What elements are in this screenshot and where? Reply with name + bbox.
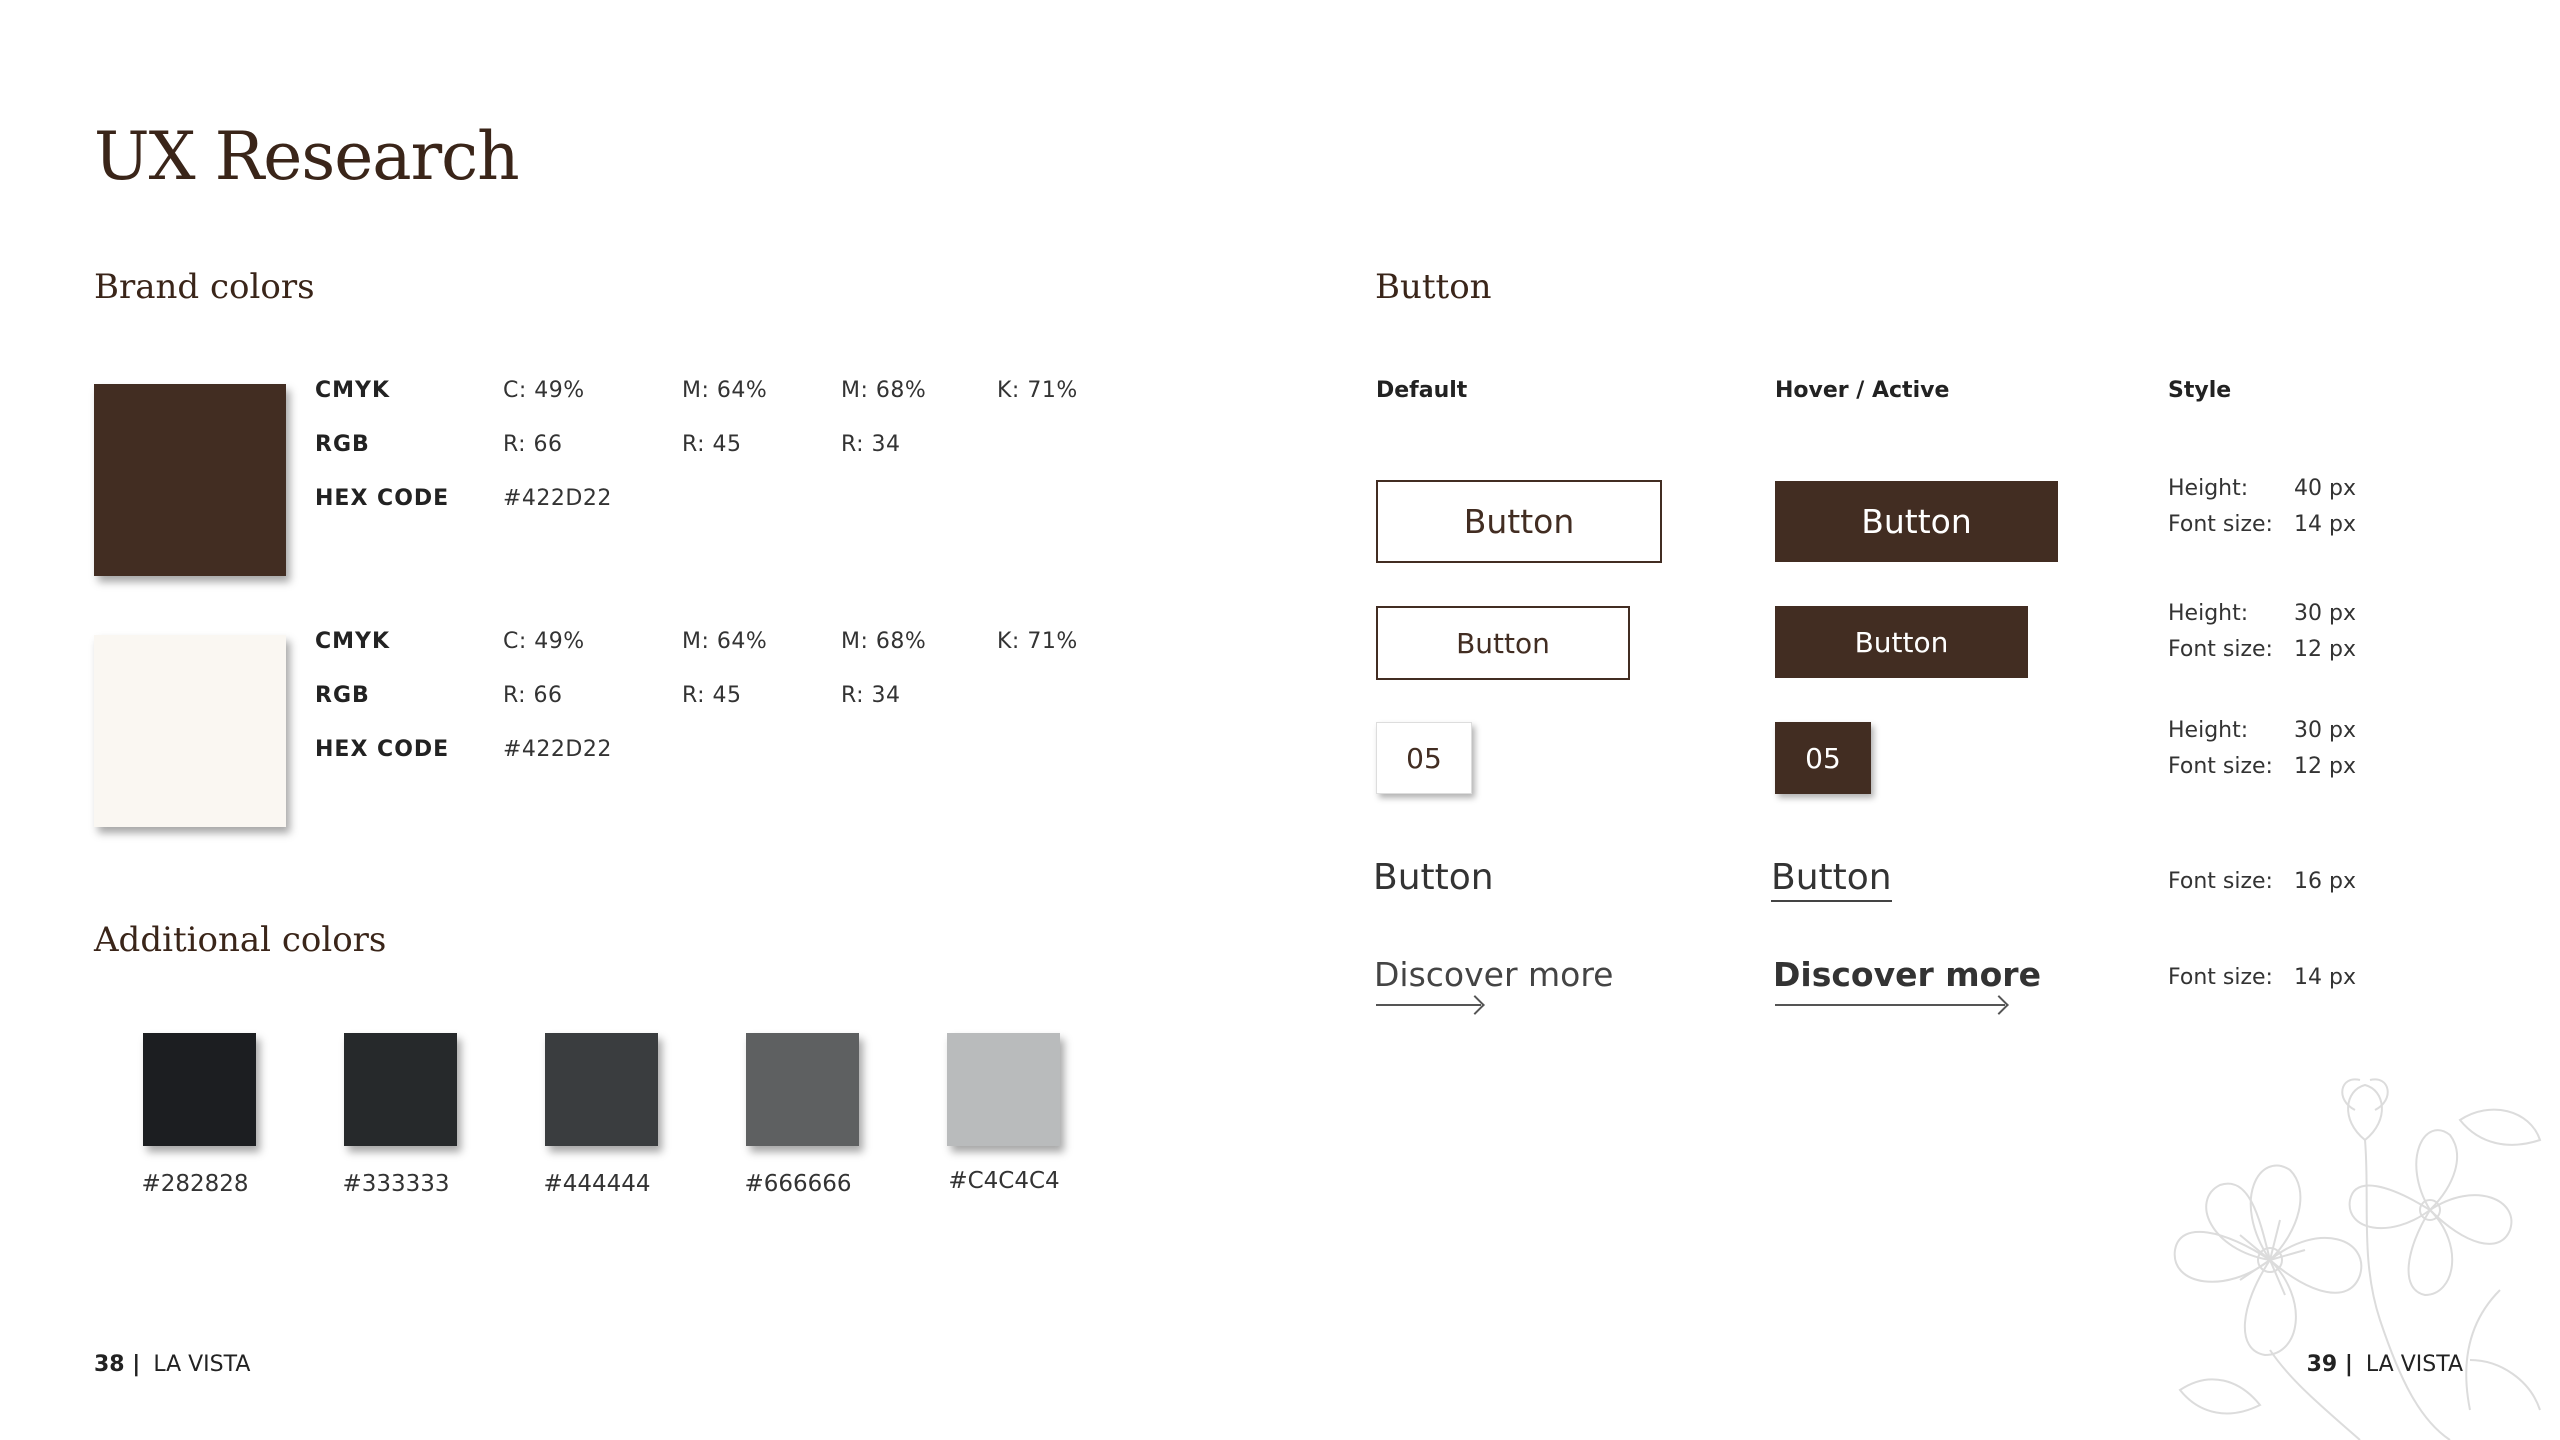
style-height-val: 40 px [2294,476,2356,501]
page-number-hover[interactable]: 05 [1775,722,1871,794]
style-font-val: 14 px [2294,965,2356,990]
additional-hex-2: #333333 [342,1171,450,1197]
style-font-key: Font size: [2168,637,2273,662]
footer-right: 39 | LA VISTA [2307,1352,2463,1377]
hover-column-header: Hover / Active [1775,378,1950,403]
additional-swatch-4 [746,1033,859,1146]
style-font-key: Font size: [2168,965,2273,990]
floral-decoration-icon [2173,1078,2542,1440]
cmyk-k: K: 71% [997,378,1078,403]
page-title: UX Research [94,118,520,195]
rgb-b: R: 34 [841,432,901,457]
cmyk-y: M: 68% [841,629,927,654]
additional-swatch-2 [344,1033,457,1146]
rgb-g: R: 45 [682,432,742,457]
additional-swatch-1 [143,1033,256,1146]
arrow-right-icon [1775,1004,2005,1006]
button-large-default[interactable]: Button [1376,480,1662,563]
rgb-b: R: 34 [841,683,901,708]
style-column-header: Style [2168,378,2232,403]
hex-value: #422D22 [503,486,612,511]
brand-name-left: LA VISTA [153,1352,251,1377]
footer-left: 38 | LA VISTA [94,1352,250,1377]
style-height-key: Height: [2168,718,2249,743]
style-height-key: Height: [2168,476,2249,501]
style-height-key: Height: [2168,601,2249,626]
additional-hex-4: #666666 [744,1171,852,1197]
additional-hex-1: #282828 [141,1171,249,1197]
cmyk-c: C: 49% [503,629,585,654]
default-column-header: Default [1376,378,1468,403]
brand-swatch-dark [94,384,286,576]
brand-name-right: LA VISTA [2365,1352,2463,1377]
cmyk-y: M: 68% [841,378,927,403]
discover-more-link-hover[interactable]: Discover more [1773,955,2041,994]
rgb-g: R: 45 [682,683,742,708]
style-font-val: 12 px [2294,637,2356,662]
additional-hex-5: #C4C4C4 [948,1168,1060,1194]
cmyk-c: C: 49% [503,378,585,403]
style-font-key: Font size: [2168,512,2273,537]
style-font-val: 12 px [2294,754,2356,779]
discover-more-link-default[interactable]: Discover more [1374,955,1613,994]
style-font-key: Font size: [2168,754,2273,779]
arrow-right-icon [1376,1004,1481,1006]
style-font-key: Font size: [2168,869,2273,894]
hex-label: HEX CODE [315,737,450,762]
brand-swatch-light [94,635,286,827]
rgb-label: RGB [315,432,370,457]
cmyk-label: CMYK [315,629,391,654]
hex-label: HEX CODE [315,486,450,511]
rgb-r: R: 66 [503,432,563,457]
style-font-val: 16 px [2294,869,2356,894]
additional-colors-title: Additional colors [94,920,387,960]
style-height-val: 30 px [2294,601,2356,626]
page-number-right: 39 | [2306,1352,2353,1377]
additional-swatch-5 [947,1033,1060,1146]
button-section-title: Button [1375,267,1492,307]
cmyk-m: M: 64% [682,629,768,654]
button-medium-default[interactable]: Button [1376,606,1630,680]
text-button-default[interactable]: Button [1373,857,1494,898]
rgb-label: RGB [315,683,370,708]
style-font-val: 14 px [2294,512,2356,537]
page-number-default[interactable]: 05 [1376,722,1472,794]
additional-swatch-3 [545,1033,658,1146]
style-height-val: 30 px [2294,718,2356,743]
cmyk-k: K: 71% [997,629,1078,654]
page-number-left: 38 | [94,1352,141,1377]
cmyk-m: M: 64% [682,378,768,403]
button-large-hover[interactable]: Button [1775,481,2058,562]
cmyk-label: CMYK [315,378,391,403]
text-button-hover[interactable]: Button [1771,857,1892,902]
rgb-r: R: 66 [503,683,563,708]
brand-colors-title: Brand colors [94,267,315,307]
button-medium-hover[interactable]: Button [1775,606,2028,678]
additional-hex-3: #444444 [543,1171,651,1197]
hex-value: #422D22 [503,737,612,762]
